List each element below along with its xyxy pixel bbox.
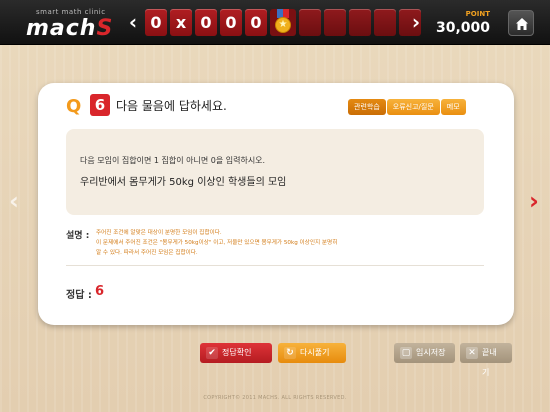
progress-cell: x xyxy=(170,9,192,36)
tab-related-study[interactable]: 관련학습 xyxy=(348,99,386,115)
answer-label: 정답 : xyxy=(66,290,92,301)
temp-save-label: 임시저장 xyxy=(416,348,446,357)
explanation-line: 알 수 있다. 따라서 주어진 모임은 집합이다. xyxy=(96,250,198,256)
save-icon: ▢ xyxy=(400,347,412,359)
points-label: POINT xyxy=(465,10,490,18)
home-icon xyxy=(516,18,528,30)
question-card: Q 6 다음 물음에 답하세요. 관련학습 오류신고/질문 메모 다음 모임이 … xyxy=(38,83,514,325)
explanation-line: 이 문제에서 주어진 조건은 "몸무게가 50kg이상" 이고, 저울만 있으면… xyxy=(96,240,338,246)
chevron-right-icon[interactable]: › xyxy=(408,10,424,34)
check-answer-label: 정답확인 xyxy=(222,348,252,357)
finish-button[interactable]: ✕ 끝내기 xyxy=(460,343,512,377)
check-answer-button[interactable]: ✔ 정답확인 xyxy=(200,343,272,363)
question-tabs: 관련학습 오류신고/질문 메모 xyxy=(348,99,466,115)
points-value: 30,000 xyxy=(435,20,490,36)
progress-strip: 0 x 0 0 0 ★ xyxy=(145,9,421,36)
question-number: 6 xyxy=(90,94,110,116)
points-display: POINT 30,000 xyxy=(430,8,490,38)
explanation-text: 주어진 조건에 알맞은 대상이 분명한 모임이 집합이다. 이 문제에서 주어진… xyxy=(96,228,436,258)
explanation-label: 설명 : xyxy=(66,231,90,241)
retry-label: 다시풀기 xyxy=(300,348,330,357)
answer-value: 6 xyxy=(95,284,105,299)
problem-instruction: 다음 모임이 집합이면 1 집합이 아니면 0을 입력하시오. xyxy=(80,156,266,165)
divider xyxy=(66,265,484,266)
temp-save-button[interactable]: ▢ 임시저장 xyxy=(394,343,455,363)
progress-cell: 0 xyxy=(195,9,217,36)
progress-cell-empty xyxy=(324,9,346,36)
question-prefix: Q xyxy=(66,96,82,117)
problem-statement: 우리반에서 몸무게가 50kg 이상인 학생들의 모임 xyxy=(80,177,287,188)
problem-box: 다음 모임이 집합이면 1 집합이 아니면 0을 입력하시오. 우리반에서 몸무… xyxy=(66,129,484,215)
brand-name: machS xyxy=(26,16,114,41)
tab-error-report[interactable]: 오류신고/질문 xyxy=(386,99,440,115)
progress-cell-empty xyxy=(374,9,396,36)
previous-question-arrow[interactable]: ‹ xyxy=(6,188,22,214)
copyright-text: COPYRIGHT© 2011 MACHS. ALL RIGHTS RESERV… xyxy=(203,395,347,401)
chevron-left-icon[interactable]: ‹ xyxy=(125,10,141,34)
next-question-arrow[interactable]: › xyxy=(526,188,542,214)
tab-memo[interactable]: 메모 xyxy=(440,99,466,115)
brand-subtitle: smart math clinic xyxy=(36,8,106,16)
top-bar: smart math clinic machS ‹ 0 x 0 0 0 ★ › … xyxy=(0,0,550,45)
checkmark-icon: ✔ xyxy=(206,347,218,359)
progress-cell-empty xyxy=(349,9,371,36)
brand-logo: smart math clinic machS xyxy=(12,4,132,42)
progress-cell: 0 xyxy=(220,9,242,36)
progress-cell: 0 xyxy=(145,9,167,36)
refresh-icon: ↻ xyxy=(284,347,296,359)
retry-button[interactable]: ↻ 다시풀기 xyxy=(278,343,346,363)
medal-star-icon: ★ xyxy=(270,9,296,36)
home-button[interactable] xyxy=(508,10,534,36)
explanation-line: 주어진 조건에 알맞은 대상이 분명한 모임이 집합이다. xyxy=(96,230,222,236)
progress-cell-empty xyxy=(299,9,321,36)
question-title: 다음 물음에 답하세요. xyxy=(116,99,227,113)
progress-cell: 0 xyxy=(245,9,267,36)
finish-label: 끝내기 xyxy=(482,348,497,377)
close-icon: ✕ xyxy=(466,347,478,359)
